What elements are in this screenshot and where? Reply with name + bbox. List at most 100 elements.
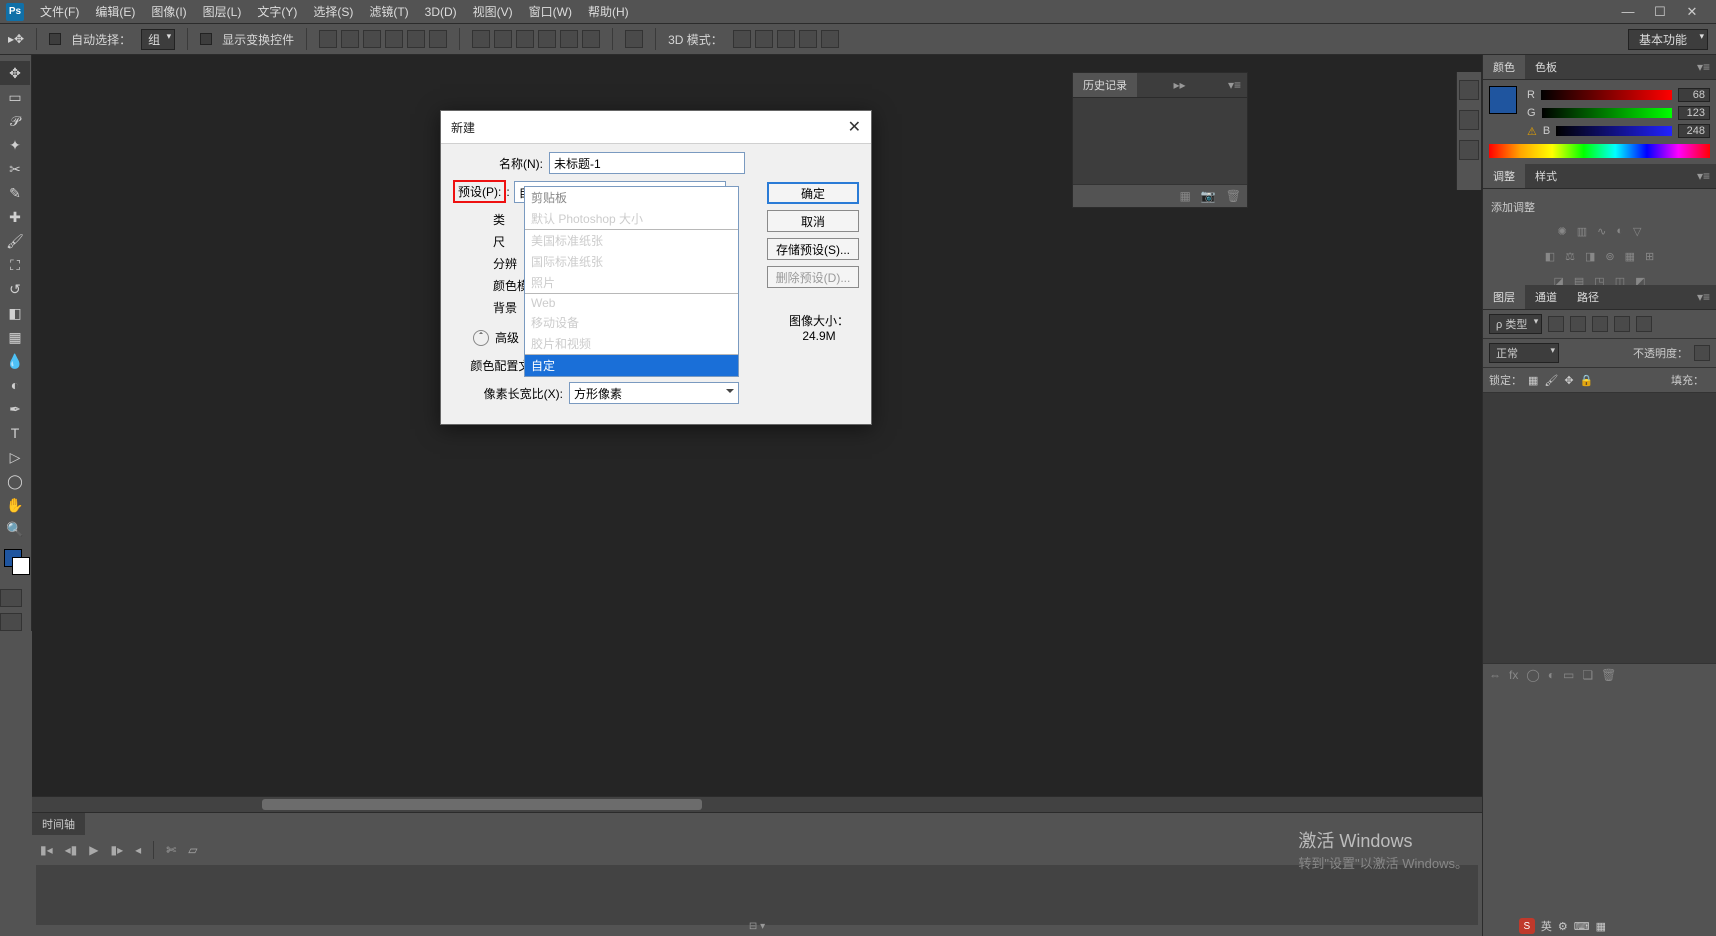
layer-delete-icon[interactable]: 🗑 xyxy=(1601,668,1616,682)
b-slider[interactable] xyxy=(1556,126,1672,136)
menu-view[interactable]: 视图(V) xyxy=(465,3,521,20)
align-icon-1[interactable] xyxy=(319,30,337,48)
paths-tab[interactable]: 路径 xyxy=(1567,285,1609,309)
b-value[interactable]: 248 xyxy=(1678,124,1710,138)
color-fg-swatch[interactable] xyxy=(1489,86,1517,114)
tl-transition-icon[interactable]: ▱ xyxy=(188,843,197,857)
tool-zoom[interactable]: 🔍 xyxy=(0,517,30,541)
preset-option-mobile[interactable]: 移动设备 xyxy=(525,312,738,333)
menu-file[interactable]: 文件(F) xyxy=(32,3,87,20)
3d-icon-5[interactable] xyxy=(821,30,839,48)
filter-img-icon[interactable] xyxy=(1548,316,1564,332)
cancel-button[interactable]: 取消 xyxy=(767,210,859,232)
timeline-zoom-handle[interactable]: ⊟ ▾ xyxy=(749,921,765,932)
history-flyout-icon[interactable]: ▾≡ xyxy=(1222,78,1247,92)
layer-new-icon[interactable]: ❏ xyxy=(1582,668,1593,682)
adj-vibrance-icon[interactable]: ▽ xyxy=(1633,225,1641,238)
ime-settings-icon[interactable]: ⚙ xyxy=(1558,920,1568,933)
styles-tab[interactable]: 样式 xyxy=(1525,164,1567,188)
tool-blur[interactable]: 💧 xyxy=(0,349,30,373)
adj-levels-icon[interactable]: ▥ xyxy=(1577,225,1587,238)
name-input[interactable] xyxy=(549,152,745,174)
ime-keyboard-icon[interactable]: ⌨ xyxy=(1574,920,1590,933)
tl-play-icon[interactable]: ▶ xyxy=(89,843,98,857)
history-list[interactable] xyxy=(1073,98,1247,184)
adj-exposure-icon[interactable]: ◐ xyxy=(1616,225,1623,238)
color-spectrum[interactable] xyxy=(1489,144,1710,158)
tl-prev-icon[interactable]: ◂▮ xyxy=(65,843,78,857)
align-icon-2[interactable] xyxy=(341,30,359,48)
filter-smart-icon[interactable] xyxy=(1636,316,1652,332)
layer-adj-icon[interactable]: ◐ xyxy=(1548,668,1555,682)
menu-window[interactable]: 窗口(W) xyxy=(521,3,580,20)
menu-type[interactable]: 文字(Y) xyxy=(249,3,305,20)
tool-dodge[interactable]: ◐ xyxy=(0,373,30,397)
adjustments-tab[interactable]: 调整 xyxy=(1483,164,1525,188)
workspace-switch[interactable]: 基本功能 xyxy=(1628,29,1708,50)
dialog-close-icon[interactable]: ✕ xyxy=(848,117,861,137)
tool-history-brush[interactable]: ↺ xyxy=(0,277,30,301)
g-value[interactable]: 123 xyxy=(1678,106,1710,120)
tl-last-icon[interactable]: ◂ xyxy=(135,843,141,857)
tool-heal[interactable]: ✚ xyxy=(0,205,30,229)
filter-type-icon[interactable] xyxy=(1592,316,1608,332)
color-tab[interactable]: 颜色 xyxy=(1483,55,1525,79)
blend-mode-combo[interactable]: 正常 xyxy=(1489,343,1559,363)
lock-all-icon[interactable]: 🔒 xyxy=(1580,374,1594,387)
window-maximize-icon[interactable]: ☐ xyxy=(1646,3,1674,21)
r-slider[interactable] xyxy=(1541,90,1672,100)
tool-crop[interactable]: ✂ xyxy=(0,157,30,181)
preset-option-photo[interactable]: 照片 xyxy=(525,272,738,293)
menu-filter[interactable]: 滤镜(T) xyxy=(361,3,416,20)
strip-btn-3[interactable] xyxy=(1459,140,1479,160)
tool-type[interactable]: T xyxy=(0,421,30,445)
tool-move[interactable]: ✥ xyxy=(0,61,30,85)
layer-mask-icon[interactable]: ◯ xyxy=(1526,668,1539,682)
history-snapshot-icon[interactable]: 📷 xyxy=(1201,189,1216,203)
3d-icon-4[interactable] xyxy=(799,30,817,48)
ime-grid-icon[interactable]: ▦ xyxy=(1596,920,1606,933)
adj-mixer-icon[interactable]: ▦ xyxy=(1625,250,1635,263)
menu-3d[interactable]: 3D(D) xyxy=(417,5,465,19)
layer-filter-type[interactable]: ρ 类型 xyxy=(1489,314,1542,334)
3d-icon-3[interactable] xyxy=(777,30,795,48)
tool-marquee[interactable]: ▭ xyxy=(0,85,30,109)
opacity-field[interactable] xyxy=(1694,345,1710,361)
lock-pos-icon[interactable]: ✥ xyxy=(1564,374,1573,387)
preset-option-custom[interactable]: 自定 xyxy=(525,355,738,376)
menu-layer[interactable]: 图层(L) xyxy=(195,3,250,20)
distribute-icon-3[interactable] xyxy=(516,30,534,48)
autoselect-checkbox[interactable] xyxy=(49,33,61,45)
distribute-icon-2[interactable] xyxy=(494,30,512,48)
align-icon-3[interactable] xyxy=(363,30,381,48)
history-tab[interactable]: 历史记录 xyxy=(1073,73,1137,97)
background-swatch[interactable] xyxy=(12,557,30,575)
preset-option-usletter[interactable]: 美国标准纸张 xyxy=(525,230,738,251)
menu-select[interactable]: 选择(S) xyxy=(305,3,361,20)
timeline-tab[interactable]: 时间轴 xyxy=(32,813,85,835)
tool-stamp[interactable]: ⛶ xyxy=(0,253,30,277)
3d-icon-2[interactable] xyxy=(755,30,773,48)
pixel-aspect-select[interactable]: 方形像素 xyxy=(569,382,739,404)
lock-pixel-icon[interactable]: 🖌 xyxy=(1544,374,1558,387)
adj-curves-icon[interactable]: ∿ xyxy=(1597,225,1606,238)
filter-shape-icon[interactable] xyxy=(1614,316,1630,332)
tool-path-select[interactable]: ▷ xyxy=(0,445,30,469)
swatches-tab[interactable]: 色板 xyxy=(1525,55,1567,79)
color-flyout-icon[interactable]: ▾≡ xyxy=(1691,60,1716,74)
ime-lang[interactable]: 英 xyxy=(1541,918,1552,934)
3d-icon-1[interactable] xyxy=(733,30,751,48)
align-icon-6[interactable] xyxy=(429,30,447,48)
strip-btn-2[interactable] xyxy=(1459,110,1479,130)
history-collapse-icon[interactable]: ▸▸ xyxy=(1167,78,1191,92)
adj-photo-icon[interactable]: ⊚ xyxy=(1605,250,1614,263)
window-minimize-icon[interactable]: — xyxy=(1614,3,1642,21)
menu-edit[interactable]: 编辑(E) xyxy=(87,3,143,20)
adj-balance-icon[interactable]: ⚖ xyxy=(1565,250,1575,263)
history-delete-icon[interactable]: 🗑 xyxy=(1226,189,1241,203)
adj-bw-icon[interactable]: ◨ xyxy=(1585,250,1595,263)
filter-adj-icon[interactable] xyxy=(1570,316,1586,332)
preset-option-clipboard[interactable]: 剪贴板 xyxy=(525,187,738,208)
tool-gradient[interactable]: ▦ xyxy=(0,325,30,349)
history-newdoc-icon[interactable]: ▦ xyxy=(1179,189,1190,203)
